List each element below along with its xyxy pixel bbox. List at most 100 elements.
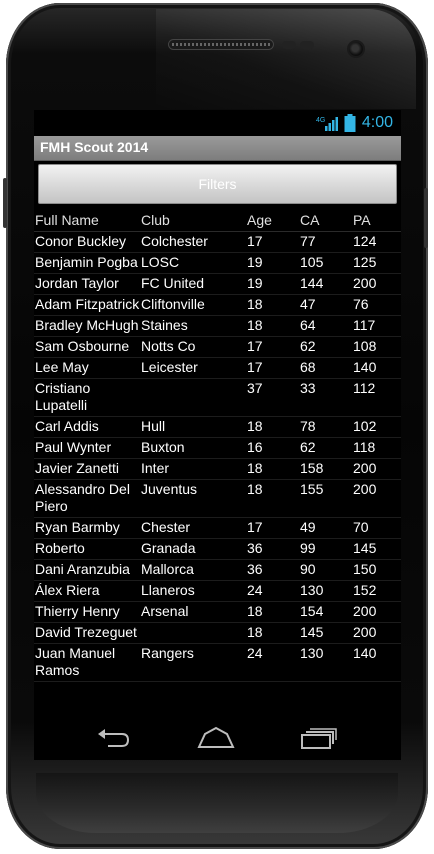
table-row[interactable]: Juan Manuel Ramos Rangers 24 130 140 [34,644,401,682]
cell-ca: 68 [300,359,316,375]
back-icon[interactable] [94,726,134,750]
proximity-sensor [282,41,296,49]
cell-full-name: Carl Addis [35,418,99,434]
status-bar: 4G 4:00 [34,110,401,136]
cell-ca: 90 [300,561,316,577]
cell-age: 17 [247,519,263,535]
table-row[interactable]: Paul Wynter Buxton 16 62 118 [34,438,401,459]
cell-full-name: Jordan Taylor [35,275,119,291]
cell-ca: 62 [300,338,316,354]
table-row[interactable]: Thierry Henry Arsenal 18 154 200 [34,602,401,623]
table-row[interactable]: Dani Aranzubia Mallorca 36 90 150 [34,560,401,581]
filters-button[interactable]: Filters [38,164,397,204]
volume-button[interactable] [3,178,7,228]
table-row[interactable]: Benjamin Pogba LOSC 19 105 125 [34,253,401,274]
cell-full-name: Sam Osbourne [35,338,130,354]
light-sensor [300,41,314,49]
cell-club [140,623,246,643]
battery-icon [344,114,356,132]
table-row[interactable]: Conor Buckley Colchester 17 77 124 [34,232,401,253]
cell-pa: 125 [353,254,377,270]
cell-age: 36 [247,540,263,556]
table-row[interactable]: David Trezeguet 18 145 200 [34,623,401,644]
cell-full-name: Ryan Barmby [35,519,120,535]
cell-pa: 140 [353,359,377,375]
cell-club: Leicester [141,359,198,375]
cell-club: Arsenal [141,603,189,619]
cell-age: 37 [247,380,263,396]
table-row[interactable]: Javier Zanetti Inter 18 158 200 [34,459,401,480]
table-header-row: Full Name Club Age CA PA [34,211,401,232]
table-row[interactable]: Ryan Barmby Chester 17 49 70 [34,518,401,539]
table-body: Conor Buckley Colchester 17 77 124 Benjamin P… [34,232,401,682]
recent-apps-icon[interactable] [298,726,338,750]
table-row[interactable]: Adam Fitzpatrick Cliftonville 18 47 76 [34,295,401,316]
earpiece-speaker [168,39,274,50]
table-row[interactable]: Lee May Leicester 17 68 140 [34,358,401,379]
cell-club: Inter [141,460,170,476]
cell-pa: 200 [353,603,377,619]
cell-age: 18 [247,624,263,640]
cell-club: Cliftonville [141,296,205,312]
phone-shine [156,9,416,109]
power-button[interactable] [424,188,428,248]
cell-ca: 99 [300,540,316,556]
table-row[interactable]: Jordan Taylor FC United 19 144 200 [34,274,401,295]
column-header-club[interactable]: Club [140,211,246,231]
cell-age: 18 [247,418,263,434]
table-row[interactable]: Alessandro Del Piero Juventus 18 155 200 [34,480,401,518]
cell-club: Granada [141,540,196,556]
cell-ca: 144 [300,275,324,291]
cell-age: 17 [247,233,263,249]
cell-ca: 145 [300,624,324,640]
network-label: 4G [316,117,325,124]
cell-pa: 140 [353,645,377,661]
column-header-full-name[interactable]: Full Name [34,211,140,231]
column-header-ca[interactable]: CA [299,211,352,231]
cell-pa: 145 [353,540,377,556]
cell-full-name: Javier Zanetti [35,460,120,476]
cell-club: Juventus [141,481,198,497]
cell-club: Hull [141,418,166,434]
cell-pa: 200 [353,275,377,291]
home-icon[interactable] [196,726,236,750]
cell-age: 19 [247,275,263,291]
cell-pa: 200 [353,460,377,476]
cell-age: 16 [247,439,263,455]
cell-full-name: Paul Wynter [35,439,112,455]
players-table: Full Name Club Age CA PA Conor Buckley Co… [34,211,401,682]
signal-icon: 4G [316,117,338,131]
table-row[interactable]: Bradley McHugh Staines 18 64 117 [34,316,401,337]
cell-ca: 33 [300,380,316,396]
cell-full-name: David Trezeguet [35,624,137,640]
cell-pa: 70 [353,519,369,535]
cell-ca: 158 [300,460,324,476]
table-row[interactable]: Sam Osbourne Notts Co 17 62 108 [34,337,401,358]
cell-full-name: Alessandro Del Piero [35,481,130,514]
cell-age: 36 [247,561,263,577]
cell-ca: 130 [300,582,324,598]
cell-age: 18 [247,481,263,497]
table-row[interactable]: Álex Riera Llaneros 24 130 152 [34,581,401,602]
phone-chin [36,773,398,833]
cell-ca: 47 [300,296,316,312]
app-title: FMH Scout 2014 [40,139,149,155]
column-header-age[interactable]: Age [246,211,299,231]
cell-age: 19 [247,254,263,270]
cell-pa: 112 [353,380,376,396]
table-row[interactable]: Cristiano Lupatelli 37 33 112 [34,379,401,417]
table-row[interactable]: Carl Addis Hull 18 78 102 [34,417,401,438]
cell-club: FC United [141,275,205,291]
cell-full-name: Adam Fitzpatrick [35,296,140,312]
cell-ca: 155 [300,481,324,497]
screen: 4G 4:00 FMH Scout 2014 Filters Full Name… [34,110,401,760]
column-header-pa[interactable]: PA [352,211,401,231]
cell-full-name: Álex Riera [35,582,100,598]
cell-ca: 105 [300,254,324,270]
front-camera-icon [349,42,363,56]
table-row[interactable]: Roberto Granada 36 99 145 [34,539,401,560]
cell-full-name: Lee May [35,359,89,375]
status-time: 4:00 [361,114,393,131]
cell-age: 24 [247,645,263,661]
navigation-bar [34,716,401,760]
